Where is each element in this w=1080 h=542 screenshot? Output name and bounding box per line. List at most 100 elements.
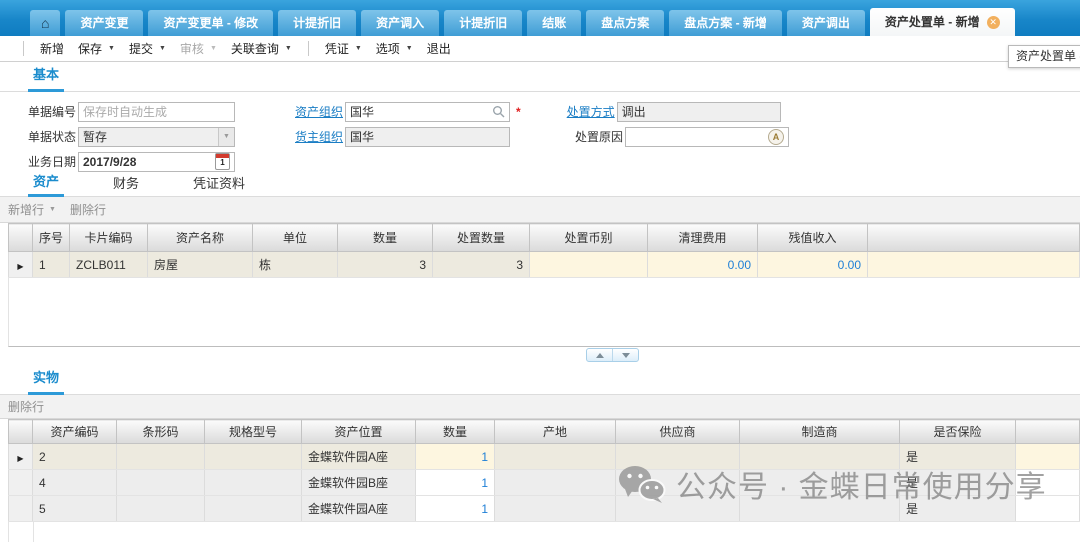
tab-asset-transfer-out[interactable]: 资产调出: [787, 10, 865, 36]
biz-date-field[interactable]: [78, 152, 235, 172]
multilingual-icon[interactable]: A: [768, 129, 784, 145]
cell-insured[interactable]: 是: [900, 496, 1016, 522]
tab-inventory-plan-new[interactable]: 盘点方案 - 新增: [669, 10, 782, 36]
cell-manufacturer[interactable]: [740, 470, 900, 496]
asset-org-input[interactable]: [350, 105, 492, 119]
dropdown-caret-icon[interactable]: ▼: [159, 45, 166, 52]
new-button[interactable]: 新增: [40, 40, 64, 57]
cell-card-no[interactable]: ZCLB011: [70, 252, 148, 278]
row-indicator-cell[interactable]: [9, 470, 33, 496]
asset-org-link-label[interactable]: 资产组织: [295, 103, 343, 120]
tab-home[interactable]: ⌂: [30, 10, 60, 36]
add-row-button[interactable]: 新增行▼: [8, 201, 64, 218]
cell-barcode[interactable]: [117, 496, 205, 522]
tab-depreciation-2[interactable]: 计提折旧: [444, 10, 522, 36]
col-location-header[interactable]: 资产位置: [302, 420, 416, 444]
cell-location[interactable]: 金蝶软件园A座: [302, 444, 416, 470]
cell-manufacturer[interactable]: [740, 444, 900, 470]
cell-residual-income[interactable]: 0.00: [758, 252, 868, 278]
delete-row-button-2[interactable]: 删除行: [8, 398, 44, 415]
dropdown-caret-icon[interactable]: ▼: [108, 45, 115, 52]
exit-button[interactable]: 退出: [427, 40, 451, 57]
cell-asset-code[interactable]: 4: [33, 470, 117, 496]
options-button[interactable]: 选项▼: [376, 40, 413, 57]
col-cleanup-fee-header[interactable]: 清理费用: [648, 224, 758, 252]
cell-model[interactable]: [205, 496, 302, 522]
cell-asset-code[interactable]: 2: [33, 444, 117, 470]
cell-insured[interactable]: 是: [900, 470, 1016, 496]
related-query-button[interactable]: 关联查询▼: [231, 40, 292, 57]
cell-unit[interactable]: 栋: [253, 252, 338, 278]
cell-barcode[interactable]: [117, 470, 205, 496]
cell-cleanup-fee[interactable]: 0.00: [648, 252, 758, 278]
cell-origin[interactable]: [495, 444, 616, 470]
tab-asset-change[interactable]: 资产变更: [65, 10, 143, 36]
expand-down-button[interactable]: [612, 349, 638, 361]
cell-model[interactable]: [205, 444, 302, 470]
collapse-up-button[interactable]: [587, 349, 612, 361]
cell-location[interactable]: 金蝶软件园A座: [302, 496, 416, 522]
col-barcode-header[interactable]: 条形码: [117, 420, 205, 444]
search-icon[interactable]: [492, 105, 505, 118]
cell-supplier[interactable]: [616, 496, 740, 522]
row-indicator-cell[interactable]: [9, 496, 33, 522]
dropdown-caret-icon[interactable]: ▼: [285, 45, 292, 52]
cell-qty[interactable]: 1: [416, 444, 495, 470]
asset-grid-row-1[interactable]: ▶ 1 ZCLB011 房屋 栋 3 3 0.00 0.00: [9, 252, 1080, 278]
dropdown-caret-icon[interactable]: ▼: [406, 45, 413, 52]
col-currency-header[interactable]: 处置币别: [530, 224, 648, 252]
cell-barcode[interactable]: [117, 444, 205, 470]
cell-currency[interactable]: [530, 252, 648, 278]
cell-qty[interactable]: 3: [338, 252, 433, 278]
col-unit-header[interactable]: 单位: [253, 224, 338, 252]
tab-asset-change-edit[interactable]: 资产变更单 - 修改: [148, 10, 273, 36]
tab-quick-menu[interactable]: 资产处置单 -: [1008, 45, 1080, 68]
save-button[interactable]: 保存▼: [78, 40, 115, 57]
col-qty-header[interactable]: 数量: [338, 224, 433, 252]
audit-button[interactable]: 审核▼: [180, 40, 217, 57]
cell-model[interactable]: [205, 470, 302, 496]
cell-asset-name[interactable]: 房屋: [148, 252, 253, 278]
row-indicator-cell[interactable]: ▶: [9, 252, 33, 278]
cell-asset-code[interactable]: 5: [33, 496, 117, 522]
asset-org-field[interactable]: [345, 102, 510, 122]
cell-insured[interactable]: 是: [900, 444, 1016, 470]
cell-qty[interactable]: 1: [416, 496, 495, 522]
col-supplier-header[interactable]: 供应商: [616, 420, 740, 444]
col-card-no-header[interactable]: 卡片编码: [70, 224, 148, 252]
col-asset-code-header[interactable]: 资产编码: [33, 420, 117, 444]
cell-disposal-qty[interactable]: 3: [433, 252, 530, 278]
subtab-finance[interactable]: 财务: [108, 175, 144, 196]
cell-qty[interactable]: 1: [416, 470, 495, 496]
col-model-header[interactable]: 规格型号: [205, 420, 302, 444]
tab-inventory-plan[interactable]: 盘点方案: [586, 10, 664, 36]
physical-grid-row-2[interactable]: 4 金蝶软件园B座 1 是: [9, 470, 1080, 496]
cell-manufacturer[interactable]: [740, 496, 900, 522]
col-qty-header[interactable]: 数量: [416, 420, 495, 444]
cell-supplier[interactable]: [616, 470, 740, 496]
disposal-reason-field[interactable]: A: [625, 127, 789, 147]
col-insured-header[interactable]: 是否保险: [900, 420, 1016, 444]
tab-asset-disposal-new-active[interactable]: 资产处置单 - 新增 ✕: [870, 8, 1015, 36]
submit-button[interactable]: 提交▼: [129, 40, 166, 57]
dropdown-caret-icon[interactable]: ▼: [210, 45, 217, 52]
cell-origin[interactable]: [495, 496, 616, 522]
bill-no-input[interactable]: [83, 105, 230, 119]
disposal-mode-link-label[interactable]: 处置方式: [567, 103, 615, 120]
voucher-button[interactable]: 凭证▼: [325, 40, 362, 57]
col-asset-name-header[interactable]: 资产名称: [148, 224, 253, 252]
calendar-icon[interactable]: [215, 153, 230, 170]
cell-seq[interactable]: 1: [33, 252, 70, 278]
physical-grid-row-3[interactable]: 5 金蝶软件园A座 1 是: [9, 496, 1080, 522]
tab-closing[interactable]: 结账: [527, 10, 581, 36]
tab-depreciation-1[interactable]: 计提折旧: [278, 10, 356, 36]
tab-asset-transfer-in[interactable]: 资产调入: [361, 10, 439, 36]
biz-date-input[interactable]: [83, 155, 215, 169]
cell-origin[interactable]: [495, 470, 616, 496]
owner-org-link-label[interactable]: 货主组织: [295, 128, 343, 145]
physical-grid-row-1[interactable]: ▶ 2 金蝶软件园A座 1 是: [9, 444, 1080, 470]
delete-row-button[interactable]: 删除行: [70, 201, 106, 218]
dropdown-caret-icon[interactable]: ▼: [355, 45, 362, 52]
dropdown-caret-icon[interactable]: ▼: [49, 206, 56, 213]
col-residual-income-header[interactable]: 残值收入: [758, 224, 868, 252]
